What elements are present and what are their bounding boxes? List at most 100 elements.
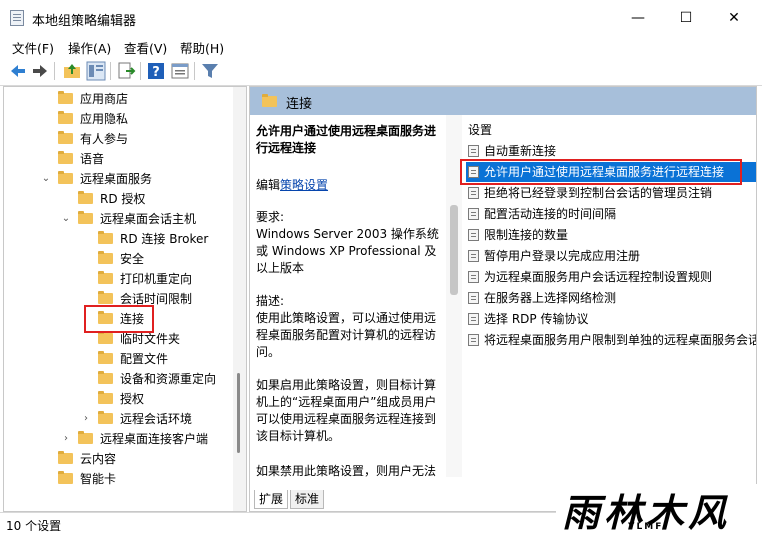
policy-setting-row[interactable]: 配置活动连接的时间间隔 — [466, 204, 756, 224]
description-text-1: 使用此策略设置，可以通过使用远程桌面服务配置对计算机的远程访问。 — [256, 311, 437, 359]
tree-item[interactable]: 配置文件 — [80, 349, 246, 369]
tab-extended[interactable]: 扩展 — [254, 490, 289, 509]
toolbar: ? — [0, 57, 762, 86]
description-title: 允许用户通过使用远程桌面服务进行远程连接 — [256, 124, 437, 155]
folder-icon — [98, 391, 113, 404]
edit-policy-line: 编辑策略设置 — [256, 177, 442, 194]
tree-item[interactable]: 应用隐私 — [40, 109, 230, 129]
chevron-right-icon[interactable]: › — [60, 429, 72, 449]
policy-setting-icon — [468, 187, 479, 199]
tree-item-label: 应用商店 — [80, 92, 129, 106]
edit-prefix: 编辑 — [256, 178, 281, 192]
policy-setting-row[interactable]: 在服务器上选择网络检测 — [466, 288, 756, 308]
policy-setting-row[interactable]: 拒绝将已经登录到控制台会话的管理员注销 — [466, 183, 756, 203]
toolbar-separator — [110, 62, 111, 80]
forward-arrow-icon[interactable] — [30, 61, 50, 81]
tree-item[interactable]: 语音 — [40, 149, 230, 169]
title-bar: 本地组策略编辑器 — ☐ ✕ — [0, 0, 762, 36]
folder-icon — [58, 471, 73, 484]
back-arrow-icon[interactable] — [8, 61, 28, 81]
tree-item-label: 设备和资源重定向 — [120, 372, 217, 386]
right-pane: 连接 允许用户通过使用远程桌面服务进行远程连接 编辑策略设置 要求: Windo… — [249, 86, 757, 512]
menu-bar: 文件(F) 操作(A) 查看(V) 帮助(H) — [0, 36, 762, 56]
close-button[interactable]: ✕ — [712, 6, 756, 30]
tree-item[interactable]: › 远程会话环境 — [80, 409, 246, 429]
tree-pane[interactable]: 应用商店应用隐私 有人参与 语音 ⌄ 远程桌面服务 RD 授权 ⌄ 远程桌面会话主机 RD 连接… — [3, 86, 247, 512]
description-text-2: 如果启用此策略设置，则目标计算机上的“远程桌面用户”组成员用户可以使用远程桌面服… — [256, 378, 437, 443]
tree-item[interactable]: ⌄ 远程桌面会话主机 — [60, 209, 246, 229]
policy-setting-label: 暂停用户登录以完成应用注册 — [484, 249, 641, 263]
tree-item[interactable]: 应用商店 — [40, 89, 230, 109]
tree-item-label: 智能卡 — [80, 472, 117, 486]
tree-item[interactable]: RD 连接 Broker — [80, 229, 246, 249]
policy-setting-label: 拒绝将已经登录到控制台会话的管理员注销 — [484, 186, 713, 200]
policy-setting-label: 在服务器上选择网络检测 — [484, 291, 617, 305]
tree-item-label: 配置文件 — [120, 352, 169, 366]
policy-setting-label: 限制连接的数量 — [484, 228, 569, 242]
policy-setting-icon — [468, 271, 479, 283]
help-icon[interactable]: ? — [146, 61, 166, 81]
tree-item[interactable]: 有人参与 — [40, 129, 230, 149]
folder-icon — [58, 171, 73, 184]
folder-icon — [98, 411, 113, 424]
tree-item[interactable]: RD 授权 — [60, 189, 246, 209]
tree-item[interactable]: 打印机重定向 — [80, 269, 246, 289]
chevron-down-icon[interactable]: ⌄ — [40, 169, 52, 189]
policy-setting-row[interactable]: 自动重新连接 — [466, 141, 756, 161]
edit-policy-link[interactable]: 策略设置 — [280, 178, 328, 192]
policy-setting-label: 自动重新连接 — [484, 144, 557, 158]
policy-setting-row[interactable]: 限制连接的数量 — [466, 225, 756, 245]
tree-item[interactable]: 安全 — [80, 249, 246, 269]
chevron-right-icon[interactable]: › — [80, 409, 92, 429]
folder-icon — [262, 94, 277, 107]
folder-icon — [58, 451, 73, 464]
window-title: 本地组策略编辑器 — [32, 14, 137, 29]
highlight-box-tree — [84, 305, 154, 333]
policy-setting-label: 为远程桌面服务用户会话远程控制设置规则 — [484, 270, 713, 284]
tree-item[interactable]: ⌄ 远程桌面服务 — [40, 169, 230, 189]
policy-setting-row[interactable]: 暂停用户登录以完成应用注册 — [466, 246, 756, 266]
tree-item[interactable]: 智能卡 — [40, 469, 230, 489]
up-folder-icon[interactable] — [62, 61, 82, 81]
tree-item[interactable]: 设备和资源重定向 — [80, 369, 246, 389]
settings-column-header[interactable]: 设置 — [468, 121, 492, 138]
chevron-down-icon[interactable]: ⌄ — [60, 209, 72, 229]
tree-scroll-thumb[interactable] — [237, 373, 240, 453]
tree-item-label: 远程会话环境 — [120, 412, 193, 426]
menu-action[interactable]: 操作(A) — [68, 38, 111, 57]
description-label: 描述: — [256, 294, 285, 308]
menu-file[interactable]: 文件(F) — [12, 38, 54, 57]
tab-standard[interactable]: 标准 — [290, 490, 325, 509]
menu-help[interactable]: 帮助(H) — [180, 38, 224, 57]
menu-view[interactable]: 查看(V) — [124, 38, 167, 57]
policy-setting-label: 选择 RDP 传输协议 — [484, 312, 589, 326]
description-scroll-thumb[interactable] — [450, 205, 458, 295]
tree-item[interactable]: › 远程桌面连接客户端 — [60, 429, 246, 449]
tree-item[interactable]: 云内容 — [40, 449, 230, 469]
minimize-button[interactable]: — — [616, 6, 660, 30]
tree-item[interactable]: 授权 — [80, 389, 246, 409]
filter-icon[interactable] — [200, 61, 220, 81]
policy-setting-row[interactable]: 将远程桌面服务用户限制到单独的远程桌面服务会话 — [466, 330, 756, 350]
maximize-button[interactable]: ☐ — [664, 6, 708, 30]
category-title: 连接 — [286, 97, 313, 112]
policy-setting-icon — [468, 250, 479, 262]
properties-icon[interactable] — [170, 61, 190, 81]
folder-icon — [58, 111, 73, 124]
folder-icon — [58, 131, 73, 144]
policy-setting-row[interactable]: 为远程桌面服务用户会话远程控制设置规则 — [466, 267, 756, 287]
folder-icon — [58, 91, 73, 104]
description-text-3: 如果禁用此策略设置，则用户无法使用远程桌面服务远程连接到目标 — [256, 464, 437, 478]
policy-setting-icon — [468, 292, 479, 304]
description-panel: 允许用户通过使用远程桌面服务进行远程连接 编辑策略设置 要求: Windows … — [250, 115, 446, 481]
tree-item-label: 云内容 — [80, 452, 117, 466]
policy-setting-icon — [468, 208, 479, 220]
tree-item-label: RD 授权 — [100, 192, 146, 206]
folder-icon — [98, 291, 113, 304]
tree-scrollbar[interactable] — [233, 87, 246, 511]
policy-setting-row[interactable]: 选择 RDP 传输协议 — [466, 309, 756, 329]
folder-icon — [78, 211, 93, 224]
show-tree-icon[interactable] — [86, 61, 106, 81]
export-list-icon[interactable] — [116, 61, 136, 81]
requirements-label: 要求: — [256, 210, 285, 224]
